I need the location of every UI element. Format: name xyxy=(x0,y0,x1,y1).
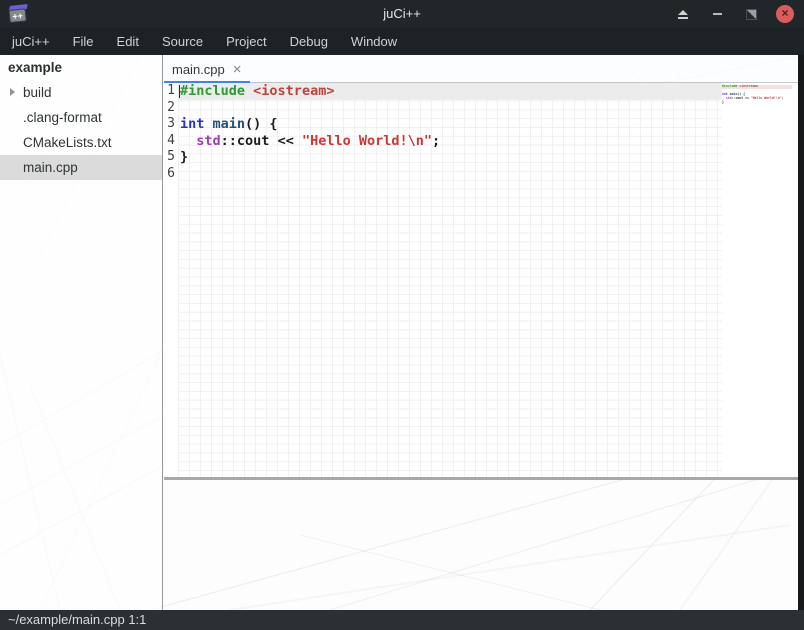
tree-item-label: CMakeLists.txt xyxy=(23,135,112,150)
expander-icon[interactable] xyxy=(10,88,15,96)
sidebar: example build .clang-format CMakeLists.txt… xyxy=(0,55,163,610)
line-number-gutter: 123456 xyxy=(164,83,178,477)
line-number: 2 xyxy=(164,100,175,117)
code-line-3: int main() { xyxy=(178,116,722,133)
menu-edit[interactable]: Edit xyxy=(113,34,143,49)
tree-item-CMakeLists-txt[interactable]: CMakeLists.txt xyxy=(0,130,162,155)
juci-window: ++ juCi++ × juCi++ File Edit Source Project D… xyxy=(0,0,804,630)
file-tree: build .clang-format CMakeLists.txt main.cpp xyxy=(0,80,162,180)
menu-window[interactable]: Window xyxy=(347,34,401,49)
tree-item-main-cpp[interactable]: main.cpp xyxy=(0,155,162,180)
close-button[interactable]: × xyxy=(776,5,794,23)
line-number: 5 xyxy=(164,149,175,166)
code-token: :: xyxy=(221,133,237,149)
shade-icon xyxy=(678,10,688,15)
code-token: << xyxy=(743,96,751,100)
menu-source[interactable]: Source xyxy=(158,34,207,49)
line-number: 3 xyxy=(164,116,175,133)
tab-close-icon[interactable]: × xyxy=(233,62,242,77)
code-line-2 xyxy=(178,100,722,117)
code-token: cout xyxy=(735,96,743,100)
code-editor[interactable]: 123456 #include <iostream>int main() { s… xyxy=(164,83,804,477)
minimize-button[interactable] xyxy=(708,5,726,23)
titlebar: ++ juCi++ × xyxy=(0,0,804,28)
minimize-icon xyxy=(713,13,722,15)
code-token: } xyxy=(722,100,724,104)
source-minimap[interactable]: #include <iostream>int main() { std::cou… xyxy=(722,85,792,108)
shade-icon-bar xyxy=(678,17,688,19)
code-token: int xyxy=(180,116,204,132)
code-line-5: } xyxy=(178,149,722,166)
menu-project[interactable]: Project xyxy=(222,34,270,49)
code-token: <iostream> xyxy=(253,83,334,99)
tabbar: main.cpp × xyxy=(164,55,804,83)
code-line-4: std::cout << "Hello World!\n"; xyxy=(178,133,722,150)
scrollbar-trough xyxy=(798,55,804,610)
tree-item-label: main.cpp xyxy=(23,160,78,175)
output-pane[interactable] xyxy=(164,480,804,610)
code-token: "Hello World!\n" xyxy=(751,96,782,100)
minimap-line-6 xyxy=(722,104,792,108)
menu-file[interactable]: File xyxy=(69,34,98,49)
tab-main-cpp[interactable]: main.cpp × xyxy=(164,55,250,83)
maximize-button[interactable] xyxy=(742,5,760,23)
line-number: 1 xyxy=(164,83,175,100)
code-token: ; xyxy=(782,96,784,100)
line-number: 6 xyxy=(164,166,175,183)
code-token: } xyxy=(180,149,188,165)
code-token: main xyxy=(213,116,246,132)
tree-item-build[interactable]: build xyxy=(0,80,162,105)
menubar: juCi++ File Edit Source Project Debug Window xyxy=(0,28,804,55)
minimap-line-4: std::cout << "Hello World!\n"; xyxy=(722,97,792,101)
code-token: cout xyxy=(237,133,270,149)
main-pane: main.cpp × 123456 #include <iostream>int… xyxy=(164,55,804,610)
code-token: ; xyxy=(432,133,440,149)
statusbar: ~/example/main.cpp 1:1 xyxy=(0,610,804,630)
tree-root-example[interactable]: example xyxy=(0,55,162,80)
code-token: () { xyxy=(245,116,278,132)
code-token: <iostream> xyxy=(739,84,758,88)
code-token xyxy=(180,133,196,149)
status-file-position: ~/example/main.cpp 1:1 xyxy=(8,612,146,627)
text-cursor xyxy=(179,85,180,98)
code-line-1: #include <iostream> xyxy=(178,83,722,100)
code-token: "Hello World!\n" xyxy=(302,133,432,149)
maximize-icon xyxy=(746,9,757,20)
code-token xyxy=(245,83,253,99)
code-token xyxy=(204,116,212,132)
code-token: #include xyxy=(180,83,245,99)
code-token: << xyxy=(269,133,302,149)
shade-button[interactable] xyxy=(674,5,692,23)
line-number: 4 xyxy=(164,133,175,150)
tree-item-label: build xyxy=(23,85,52,100)
code-area[interactable]: #include <iostream>int main() { std::cou… xyxy=(178,83,722,477)
tab-label: main.cpp xyxy=(172,62,225,77)
menu-debug[interactable]: Debug xyxy=(286,34,332,49)
window-controls: × xyxy=(674,0,794,28)
code-token: #include xyxy=(722,84,737,88)
menu-juci[interactable]: juCi++ xyxy=(8,34,54,49)
code-line-6 xyxy=(178,166,722,183)
code-token: std xyxy=(196,133,220,149)
tree-item-clang-format[interactable]: .clang-format xyxy=(0,105,162,130)
body: example build .clang-format CMakeLists.txt… xyxy=(0,55,804,610)
tree-item-label: .clang-format xyxy=(23,110,102,125)
